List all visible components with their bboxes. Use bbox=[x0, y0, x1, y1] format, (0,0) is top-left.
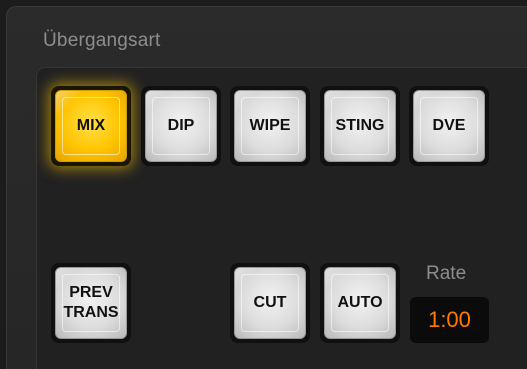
prev-trans-label: PREV TRANS bbox=[63, 283, 118, 323]
cut-button-face: CUT bbox=[234, 267, 306, 339]
cut-button[interactable]: CUT bbox=[230, 263, 310, 343]
mix-button-face: MIX bbox=[55, 90, 127, 162]
sting-button-label: STING bbox=[335, 117, 385, 134]
dve-button[interactable]: DVE bbox=[409, 86, 489, 166]
cut-button-label: CUT bbox=[253, 294, 287, 311]
rate-display[interactable]: 1:00 bbox=[410, 297, 489, 343]
sting-button[interactable]: STING bbox=[320, 86, 400, 166]
dip-button[interactable]: DIP bbox=[141, 86, 221, 166]
prev-trans-button-face: PREV TRANS bbox=[55, 267, 127, 339]
dip-button-label: DIP bbox=[167, 117, 195, 134]
prev-trans-button[interactable]: PREV TRANS bbox=[51, 263, 131, 343]
mix-button-label: MIX bbox=[76, 117, 106, 134]
auto-button-face: AUTO bbox=[324, 267, 396, 339]
dve-button-label: DVE bbox=[432, 117, 466, 134]
auto-button[interactable]: AUTO bbox=[320, 263, 400, 343]
sting-button-face: STING bbox=[324, 90, 396, 162]
dve-button-face: DVE bbox=[413, 90, 485, 162]
prev-trans-label-line2: TRANS bbox=[63, 304, 119, 321]
prev-trans-label-line1: PREV bbox=[69, 284, 113, 301]
auto-button-label: AUTO bbox=[337, 294, 383, 311]
wipe-button[interactable]: WIPE bbox=[230, 86, 310, 166]
wipe-button-label: WIPE bbox=[249, 117, 291, 134]
rate-label: Rate bbox=[426, 263, 467, 284]
wipe-button-face: WIPE bbox=[234, 90, 306, 162]
panel-title: Übergangsart bbox=[43, 30, 161, 51]
dip-button-face: DIP bbox=[145, 90, 217, 162]
mix-button[interactable]: MIX bbox=[51, 86, 131, 166]
